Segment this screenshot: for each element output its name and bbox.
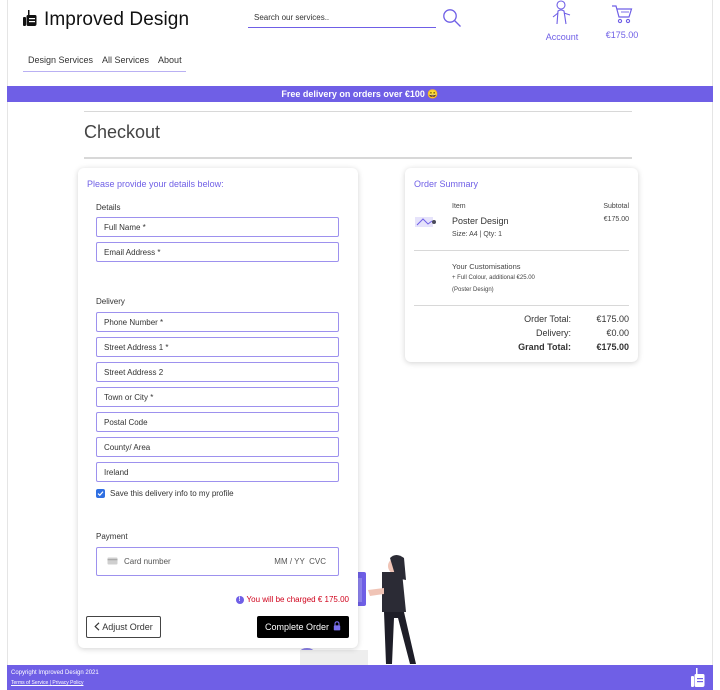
delivery-cost-label: Delivery: bbox=[535, 328, 571, 338]
page-border-right bbox=[712, 0, 713, 690]
free-delivery-banner: Free delivery on orders over €100 😀 bbox=[7, 86, 713, 102]
delivery-cost-value: €0.00 bbox=[606, 328, 629, 338]
item-column-header: Item bbox=[452, 203, 466, 210]
country-field[interactable] bbox=[96, 462, 339, 482]
divider-top bbox=[84, 111, 632, 112]
postal-code-field[interactable] bbox=[96, 412, 339, 432]
footer-links: Terms of Service | Privacy Policy bbox=[11, 680, 83, 686]
county-field[interactable] bbox=[96, 437, 339, 457]
search-bar bbox=[248, 8, 466, 30]
page-title: Checkout bbox=[84, 122, 161, 142]
nav-item-about[interactable]: About bbox=[158, 55, 182, 65]
card-input[interactable]: Card number MM / YY CVC bbox=[96, 547, 339, 576]
save-info-checkbox[interactable] bbox=[96, 489, 105, 498]
nav-item-design-services[interactable]: Design Services bbox=[28, 55, 93, 65]
copyright-text: Copyright Improved Design 2021 bbox=[11, 670, 99, 676]
customisations-heading: Your Customisations bbox=[452, 262, 521, 271]
cart-total: €175.00 bbox=[605, 30, 639, 40]
grand-total-label: Grand Total: bbox=[518, 342, 571, 352]
delivery-label: Delivery bbox=[96, 297, 125, 306]
footer: Copyright Improved Design 2021 Terms of … bbox=[7, 665, 713, 690]
summary-divider-2 bbox=[414, 305, 629, 306]
save-info-option: Save this delivery info to my profile bbox=[96, 489, 234, 498]
order-total-row: Order Total: €175.00 bbox=[461, 314, 629, 324]
page-border-left bbox=[7, 0, 8, 690]
checkout-form-card: Please provide your details below: Detai… bbox=[78, 168, 358, 648]
payment-label: Payment bbox=[96, 532, 128, 541]
card-expiry-cvc-placeholder: MM / YY CVC bbox=[274, 557, 326, 566]
product-name: Poster Design bbox=[452, 216, 509, 226]
checkmark-icon bbox=[97, 491, 104, 497]
privacy-link[interactable]: Privacy Policy bbox=[52, 680, 83, 686]
product-subtotal: €175.00 bbox=[603, 216, 629, 223]
main-nav: Design Services All Services About bbox=[23, 55, 186, 72]
card-number-placeholder: Card number bbox=[124, 557, 171, 566]
nav-item-all-services[interactable]: All Services bbox=[102, 55, 149, 65]
terms-link[interactable]: Terms of Service bbox=[11, 680, 48, 686]
lock-icon bbox=[333, 621, 341, 633]
summary-heading: Order Summary bbox=[414, 179, 479, 189]
email-field[interactable] bbox=[96, 242, 339, 262]
user-icon bbox=[551, 0, 573, 30]
order-total-value: €175.00 bbox=[596, 314, 629, 324]
order-summary-card: Order Summary Item Subtotal Poster Desig… bbox=[405, 168, 638, 362]
account-link[interactable]: Account bbox=[540, 0, 584, 42]
chevron-left-icon bbox=[94, 621, 100, 633]
brand-name: Improved Design bbox=[44, 9, 190, 30]
adjust-order-button[interactable]: Adjust Order bbox=[86, 616, 161, 638]
customisation-line-1: + Full Colour, additional €25.00 bbox=[452, 275, 535, 281]
grand-total-value: €175.00 bbox=[596, 342, 629, 352]
street-address-2-field[interactable] bbox=[96, 362, 339, 382]
subtotal-column-header: Subtotal bbox=[603, 203, 629, 210]
delivery-row: Delivery: €0.00 bbox=[461, 328, 629, 338]
save-info-label: Save this delivery info to my profile bbox=[110, 489, 234, 498]
full-name-field[interactable] bbox=[96, 217, 339, 237]
complete-order-button[interactable]: Complete Order bbox=[257, 616, 349, 638]
summary-divider-1 bbox=[414, 250, 629, 251]
cart-link[interactable]: €175.00 bbox=[598, 4, 646, 40]
adjust-order-label: Adjust Order bbox=[102, 622, 153, 632]
details-label: Details bbox=[96, 203, 121, 212]
thumbs-up-icon bbox=[23, 9, 37, 31]
phone-field[interactable] bbox=[96, 312, 339, 332]
complete-order-label: Complete Order bbox=[264, 622, 330, 632]
order-total-label: Order Total: bbox=[524, 314, 571, 324]
form-heading: Please provide your details below: bbox=[87, 179, 224, 189]
footer-link-separator: | bbox=[49, 680, 51, 686]
info-icon: ! bbox=[235, 595, 244, 604]
divider-title bbox=[84, 157, 632, 159]
street-address-1-field[interactable] bbox=[96, 337, 339, 357]
credit-card-icon bbox=[107, 557, 118, 567]
footer-thumbs-up-icon bbox=[691, 668, 705, 690]
search-input[interactable] bbox=[248, 8, 436, 28]
charge-text: You will be charged € 175.00 bbox=[246, 595, 349, 604]
customisation-line-2: (Poster Design) bbox=[452, 287, 494, 293]
account-label: Account bbox=[545, 32, 579, 42]
search-icon bbox=[442, 9, 462, 31]
product-meta: Size: A4 | Qty: 1 bbox=[452, 231, 503, 238]
town-field[interactable] bbox=[96, 387, 339, 407]
search-button[interactable] bbox=[441, 8, 463, 30]
charge-notice: ! You will be charged € 175.00 bbox=[235, 595, 349, 604]
product-thumbnail bbox=[414, 214, 438, 235]
brand-logo[interactable]: Improved Design bbox=[23, 9, 189, 31]
cart-icon bbox=[611, 5, 633, 28]
grand-total-row: Grand Total: €175.00 bbox=[461, 342, 629, 352]
